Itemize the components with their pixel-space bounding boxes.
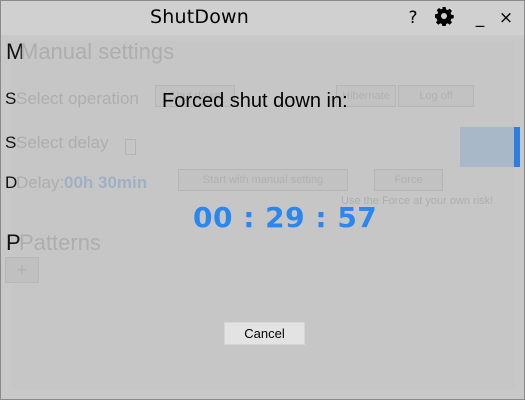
title-bar: ShutDown ? _ × xyxy=(1,1,524,35)
select-operation-label: Select operation xyxy=(16,89,139,108)
start-manual-button[interactable]: Start with manual setting xyxy=(178,169,348,191)
cancel-button[interactable]: Cancel xyxy=(224,322,305,345)
select-operation-initial: S xyxy=(5,89,17,108)
select-delay-label: Select delay xyxy=(16,133,109,152)
accent-strip xyxy=(514,127,520,167)
help-button[interactable]: ? xyxy=(400,5,426,31)
select-delay-initial: S xyxy=(5,133,17,152)
delay-spinner[interactable] xyxy=(460,127,520,167)
gear-icon[interactable] xyxy=(431,6,457,32)
delay-value: 00h 30min xyxy=(64,173,148,192)
main-content: M Manual settings S Select operation Shu… xyxy=(1,35,524,399)
operation-logoff-button[interactable]: Log off xyxy=(398,85,474,107)
window-title: ShutDown xyxy=(150,6,250,28)
add-pattern-button[interactable]: + xyxy=(5,257,39,283)
forced-shutdown-heading: Forced shut down in: xyxy=(162,90,348,112)
patterns-heading: Patterns xyxy=(19,230,101,255)
force-button[interactable]: Force xyxy=(374,169,443,191)
delay-label: Delay: xyxy=(16,173,65,192)
close-button[interactable]: × xyxy=(493,5,519,31)
minimize-button[interactable]: _ xyxy=(467,5,493,31)
countdown-timer: 00 : 29 : 57 xyxy=(193,201,378,234)
manual-settings-heading: Manual settings xyxy=(20,39,175,64)
delay-checkbox[interactable] xyxy=(125,139,136,155)
app-window: ShutDown ? _ × M Manual settings S Selec… xyxy=(0,0,525,400)
